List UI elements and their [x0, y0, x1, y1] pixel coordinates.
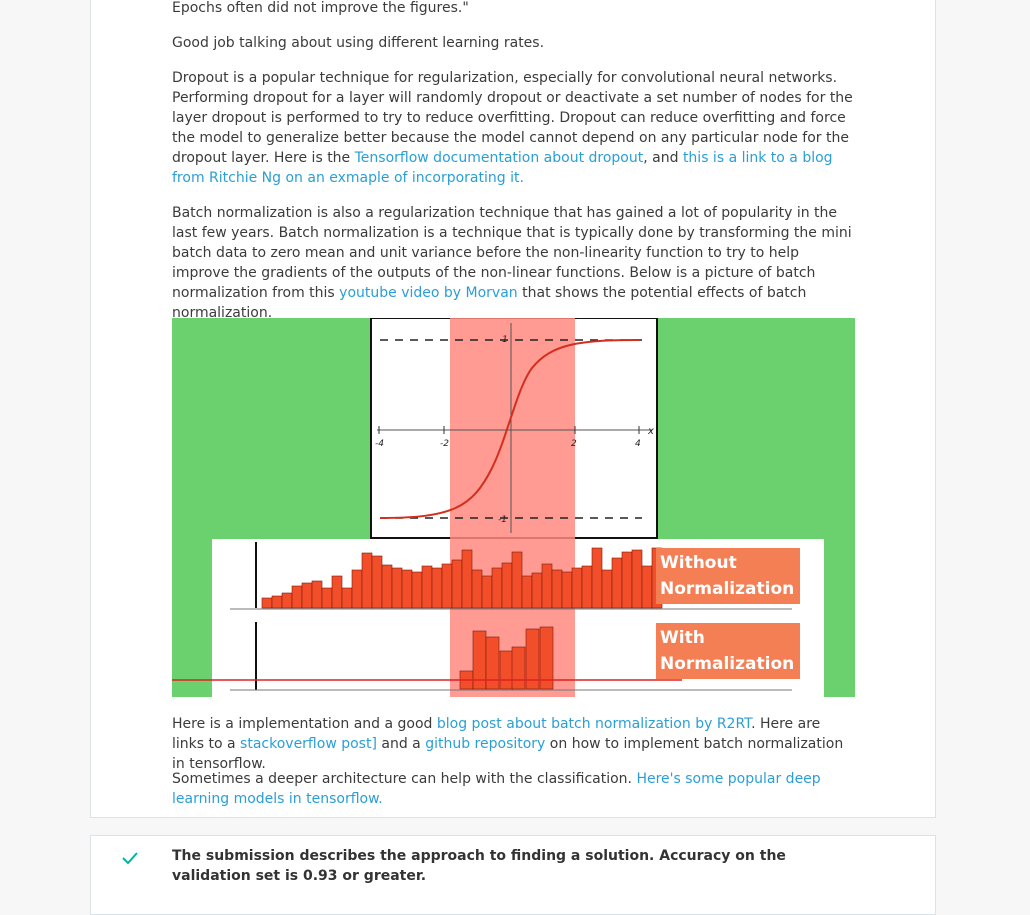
histogram-bar	[461, 549, 473, 609]
histogram-bar	[321, 587, 333, 609]
histogram-bar	[581, 565, 593, 609]
review-paragraph: Good job talking about using different l…	[172, 35, 545, 51]
r2rt-blog-link[interactable]: blog post about batch normalization by R…	[437, 716, 751, 732]
histogram-bar	[371, 555, 383, 609]
histogram-bar	[331, 575, 343, 609]
y-tick-top: 1	[502, 335, 508, 345]
histogram-bar	[641, 565, 653, 609]
architecture-paragraph: Sometimes a deeper architecture can help…	[172, 769, 856, 809]
active-region-band	[450, 318, 575, 697]
histogram-bar	[351, 569, 363, 609]
histogram-bar	[631, 549, 643, 609]
histogram-bar	[499, 650, 514, 690]
histogram-bar	[441, 563, 453, 609]
with-normalization-label: With Normalization	[656, 623, 800, 679]
histogram-bar	[481, 575, 493, 609]
y-tick-bottom: -1	[498, 515, 507, 525]
stackoverflow-link[interactable]: stackoverflow post]	[240, 736, 377, 752]
tensorflow-dropout-link[interactable]: Tensorflow documentation about dropout	[355, 150, 644, 166]
paragraph-text: Here is a implementation and a good	[172, 716, 437, 732]
histogram-bar	[471, 569, 483, 609]
histogram-bar	[411, 571, 423, 609]
paragraph-text: and a	[376, 736, 426, 752]
histogram-bar	[491, 567, 503, 609]
histogram-bar	[531, 572, 543, 609]
histogram-bar	[401, 569, 413, 609]
paragraph-text: , and	[643, 150, 683, 166]
histogram-bar	[381, 564, 393, 609]
without-normalization-label: Without Normalization	[656, 548, 800, 604]
histogram-bar	[571, 567, 583, 609]
x-tick-label: 4	[635, 439, 641, 449]
dropout-paragraph: Dropout is a popular technique for regul…	[172, 68, 856, 188]
paragraph-text: Sometimes a deeper architecture can help…	[172, 771, 637, 787]
github-repository-link[interactable]: github repository	[425, 736, 545, 752]
histogram-bar	[561, 571, 573, 609]
histogram-bar	[421, 565, 433, 609]
histogram-bar	[271, 595, 283, 609]
histogram-bar	[361, 552, 373, 609]
check-icon	[122, 852, 138, 865]
histogram-bar	[541, 563, 553, 609]
histogram-bar	[391, 567, 403, 609]
label-line: Without	[660, 553, 737, 573]
histogram-bar	[611, 557, 623, 609]
histogram-bar	[301, 582, 313, 609]
label-line: With	[660, 628, 705, 648]
review-paragraph: Epochs often did not improve the figures…	[172, 0, 469, 16]
batch-normalization-figure: -4 -2 2 4 x 1 -1 Without Normalization With…	[172, 318, 855, 697]
batch-norm-paragraph: Batch normalization is also a regulariza…	[172, 203, 856, 323]
x-tick-label: -2	[440, 439, 449, 449]
histogram-bar	[501, 562, 513, 609]
histogram-bar	[311, 580, 323, 609]
histogram-bar	[341, 587, 353, 609]
rubric-criterion: The submission describes the approach to…	[172, 848, 786, 884]
histogram-bar	[291, 585, 303, 609]
histogram-bar	[511, 646, 526, 690]
histogram-bar	[591, 547, 603, 609]
histogram-bar	[261, 597, 273, 609]
histogram-bar	[511, 551, 523, 609]
x-tick-label: -4	[375, 439, 384, 449]
label-line: Normalization	[660, 654, 795, 674]
histogram-bar	[485, 636, 500, 690]
label-line: Normalization	[660, 579, 795, 599]
x-axis-label: x	[647, 426, 654, 437]
histogram-bar	[451, 559, 463, 609]
morvan-video-link[interactable]: youtube video by Morvan	[339, 285, 518, 301]
histogram-bar	[281, 592, 293, 609]
histogram-bar	[431, 567, 443, 609]
implementation-paragraph: Here is a implementation and a good blog…	[172, 714, 856, 774]
histogram-bar	[621, 551, 633, 609]
histogram-bar	[601, 569, 613, 609]
histogram-bar	[551, 569, 563, 609]
histogram-bar	[521, 575, 533, 609]
x-tick-label: 2	[571, 439, 577, 449]
